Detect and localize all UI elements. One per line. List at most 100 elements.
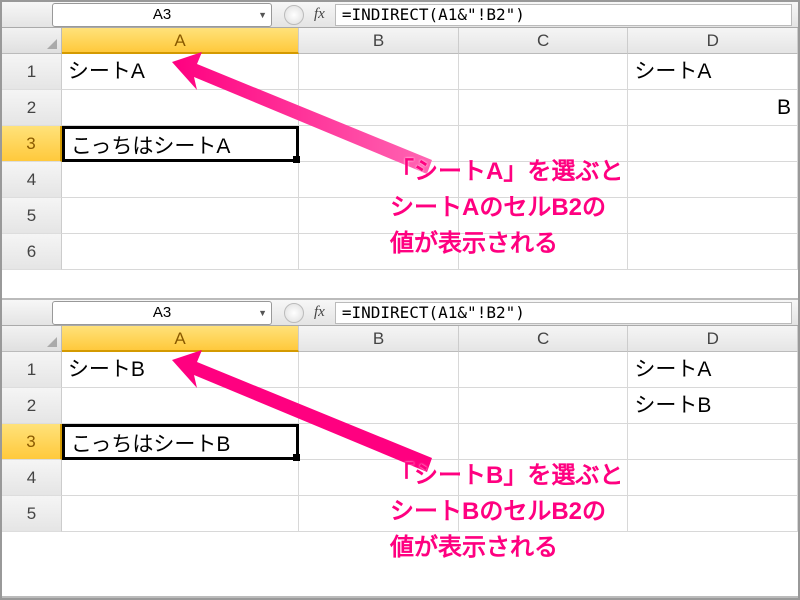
cell-B4[interactable] xyxy=(299,162,459,198)
cell-D2[interactable]: B xyxy=(628,90,798,126)
cell-A3[interactable]: こっちはシートA xyxy=(62,126,299,162)
row-header-4[interactable]: 4 xyxy=(2,460,62,496)
col-header-A[interactable]: A xyxy=(62,326,299,352)
fx-icon[interactable]: fx xyxy=(314,6,325,23)
cell-B5[interactable] xyxy=(299,496,459,532)
formula-input[interactable]: =INDIRECT(A1&"!B2") xyxy=(335,302,792,324)
row-5: 5 xyxy=(2,496,798,532)
cell-B6[interactable] xyxy=(299,234,459,270)
row-header-1[interactable]: 1 xyxy=(2,54,62,90)
cell-C5[interactable] xyxy=(459,496,629,532)
cell-D5[interactable] xyxy=(628,496,798,532)
cell-D1[interactable]: シートA xyxy=(628,352,798,388)
name-box[interactable]: A3 ▼ xyxy=(52,3,272,27)
col-header-B[interactable]: B xyxy=(299,326,459,352)
cell-B5[interactable] xyxy=(299,198,459,234)
row-6: 6 xyxy=(2,234,798,270)
row-3: 3 こっちはシートB xyxy=(2,424,798,460)
col-header-D[interactable]: D xyxy=(628,28,798,54)
cell-A1[interactable]: シートA xyxy=(62,54,299,90)
cell-A4[interactable] xyxy=(62,162,299,198)
cell-B2[interactable] xyxy=(299,388,459,424)
cell-D4[interactable] xyxy=(628,460,798,496)
row-1: 1 シートA シートA xyxy=(2,54,798,90)
cell-A4[interactable] xyxy=(62,460,299,496)
row-header-2[interactable]: 2 xyxy=(2,90,62,126)
select-all-corner[interactable] xyxy=(2,28,62,54)
name-box-value: A3 xyxy=(153,6,171,23)
cell-B2[interactable] xyxy=(299,90,459,126)
row-2: 2 B xyxy=(2,90,798,126)
cell-D2[interactable]: シートB xyxy=(628,388,798,424)
cell-C3[interactable] xyxy=(459,424,629,460)
row-2: 2 シートB xyxy=(2,388,798,424)
cell-C3[interactable] xyxy=(459,126,629,162)
cell-C5[interactable] xyxy=(459,198,629,234)
cell-A1[interactable]: シートB xyxy=(62,352,299,388)
name-box[interactable]: A3 ▼ xyxy=(52,301,272,325)
chevron-down-icon[interactable]: ▼ xyxy=(258,10,267,20)
row-header-6[interactable]: 6 xyxy=(2,234,62,270)
col-header-C[interactable]: C xyxy=(459,28,629,54)
cell-B4[interactable] xyxy=(299,460,459,496)
fx-icon[interactable]: fx xyxy=(314,304,325,321)
col-header-D[interactable]: D xyxy=(628,326,798,352)
cell-B1[interactable] xyxy=(299,352,459,388)
row-3: 3 こっちはシートA xyxy=(2,126,798,162)
excel-panel-top: A3 ▼ fx =INDIRECT(A1&"!B2") A B C D 1 シー… xyxy=(2,2,798,300)
cell-B3[interactable] xyxy=(299,424,459,460)
excel-panel-bottom: A3 ▼ fx =INDIRECT(A1&"!B2") A B C D 1 シー… xyxy=(2,300,798,598)
cell-A2[interactable] xyxy=(62,388,299,424)
cell-A5[interactable] xyxy=(62,496,299,532)
row-5: 5 xyxy=(2,198,798,234)
cell-A5[interactable] xyxy=(62,198,299,234)
cell-C1[interactable] xyxy=(459,352,629,388)
row-header-1[interactable]: 1 xyxy=(2,352,62,388)
row-4: 4 xyxy=(2,162,798,198)
row-header-4[interactable]: 4 xyxy=(2,162,62,198)
cell-C4[interactable] xyxy=(459,460,629,496)
cell-C2[interactable] xyxy=(459,90,629,126)
row-header-3[interactable]: 3 xyxy=(2,424,62,460)
col-header-B[interactable]: B xyxy=(299,28,459,54)
cell-D3[interactable] xyxy=(628,424,798,460)
grid-top: A B C D 1 シートA シートA 2 B 3 こっちはシートA 4 xyxy=(2,28,798,270)
row-header-2[interactable]: 2 xyxy=(2,388,62,424)
fx-button-circle[interactable] xyxy=(284,303,304,323)
cell-D1[interactable]: シートA xyxy=(628,54,798,90)
row-header-5[interactable]: 5 xyxy=(2,198,62,234)
grid-bottom: A B C D 1 シートB シートA 2 シートB 3 こっちはシートB xyxy=(2,326,798,532)
cell-A6[interactable] xyxy=(62,234,299,270)
cell-C4[interactable] xyxy=(459,162,629,198)
cell-B1[interactable] xyxy=(299,54,459,90)
cell-C2[interactable] xyxy=(459,388,629,424)
cell-C6[interactable] xyxy=(459,234,629,270)
select-all-corner[interactable] xyxy=(2,326,62,352)
row-header-3[interactable]: 3 xyxy=(2,126,62,162)
formula-text: =INDIRECT(A1&"!B2") xyxy=(342,5,525,24)
formula-area: fx =INDIRECT(A1&"!B2") xyxy=(284,4,798,26)
column-headers: A B C D xyxy=(2,28,798,54)
col-header-A[interactable]: A xyxy=(62,28,299,54)
row-1: 1 シートB シートA xyxy=(2,352,798,388)
row-4: 4 xyxy=(2,460,798,496)
formula-bar: A3 ▼ fx =INDIRECT(A1&"!B2") xyxy=(2,2,798,28)
cell-A2[interactable] xyxy=(62,90,299,126)
cell-A3[interactable]: こっちはシートB xyxy=(62,424,299,460)
cell-B3[interactable] xyxy=(299,126,459,162)
col-header-C[interactable]: C xyxy=(459,326,629,352)
cell-D6[interactable] xyxy=(628,234,798,270)
row-header-5[interactable]: 5 xyxy=(2,496,62,532)
formula-bar: A3 ▼ fx =INDIRECT(A1&"!B2") xyxy=(2,300,798,326)
formula-text: =INDIRECT(A1&"!B2") xyxy=(342,303,525,322)
chevron-down-icon[interactable]: ▼ xyxy=(258,308,267,318)
column-headers: A B C D xyxy=(2,326,798,352)
cell-D5[interactable] xyxy=(628,198,798,234)
formula-area: fx =INDIRECT(A1&"!B2") xyxy=(284,302,798,324)
name-box-value: A3 xyxy=(153,304,171,321)
fx-button-circle[interactable] xyxy=(284,5,304,25)
formula-input[interactable]: =INDIRECT(A1&"!B2") xyxy=(335,4,792,26)
cell-D4[interactable] xyxy=(628,162,798,198)
cell-D3[interactable] xyxy=(628,126,798,162)
cell-C1[interactable] xyxy=(459,54,629,90)
